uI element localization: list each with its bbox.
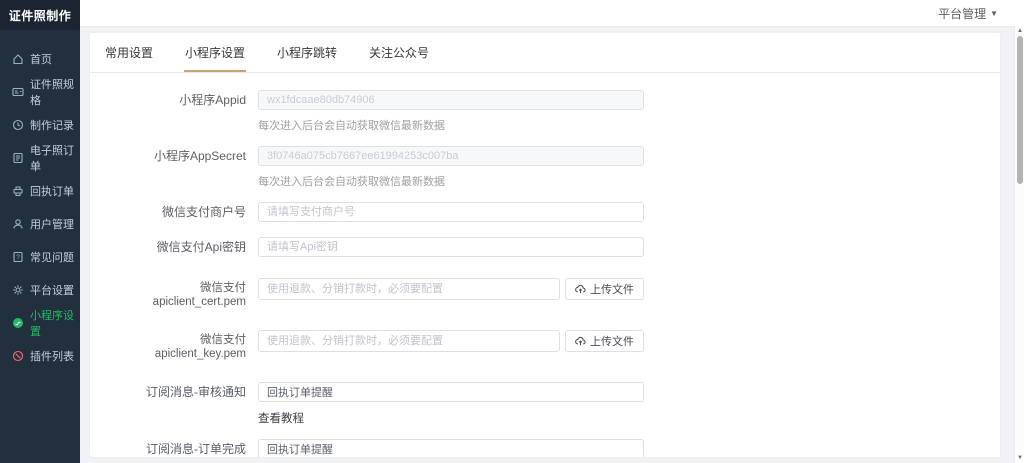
sidebar-item-label: 用户管理	[30, 216, 74, 232]
topbar: 平台管理 ▼	[80, 0, 1024, 26]
miniprogram-settings-form: 小程序Appid 每次进入后台会自动获取微信最新数据 小程序AppSecret …	[90, 73, 1000, 457]
sidebar-item-faq[interactable]: ? 常见问题	[0, 242, 80, 272]
sidebar-menu: 首页 证件照规格 制作记录 电子照订单 回执订单 用户管理	[0, 30, 80, 374]
appsecret-helper-text: 每次进入后台会自动获取微信最新数据	[258, 173, 644, 189]
cert-pem-upload-button[interactable]: 上传文件	[565, 278, 644, 300]
cert-pem-input[interactable]	[258, 278, 560, 300]
plugin-icon	[12, 350, 24, 362]
settings-tabs: 常用设置 小程序设置 小程序跳转 关注公众号	[90, 33, 1000, 73]
key-pem-upload-button[interactable]: 上传文件	[565, 330, 644, 352]
form-row-appid: 小程序Appid 每次进入后台会自动获取微信最新数据	[90, 90, 1000, 133]
sidebar-item-make-records[interactable]: 制作记录	[0, 110, 80, 140]
sidebar-item-photo-specs[interactable]: 证件照规格	[0, 77, 80, 107]
tab-miniprogram-settings[interactable]: 小程序设置	[184, 33, 246, 72]
api-key-input[interactable]	[258, 237, 644, 257]
app-logo: 证件照制作	[0, 0, 80, 30]
chevron-down-icon: ▼	[990, 9, 998, 18]
sidebar-item-label: 电子照订单	[30, 142, 80, 174]
upload-button-label: 上传文件	[590, 281, 634, 297]
tab-common-settings[interactable]: 常用设置	[104, 33, 154, 72]
form-row-api-key: 微信支付Api密钥	[90, 237, 1000, 257]
photo-order-icon	[12, 152, 24, 164]
sidebar-item-user-management[interactable]: 用户管理	[0, 209, 80, 239]
scrollbar-thumb[interactable]	[1017, 36, 1023, 184]
sidebar-item-platform-settings[interactable]: 平台设置	[0, 275, 80, 305]
subscribe-audit-label: 订阅消息-审核通知	[90, 382, 258, 426]
gear-icon	[12, 284, 24, 296]
tab-follow-official-account[interactable]: 关注公众号	[368, 33, 430, 72]
form-row-merchant-id: 微信支付商户号	[90, 202, 1000, 222]
faq-icon: ?	[12, 251, 24, 263]
clock-icon	[12, 119, 24, 131]
sidebar-item-label: 平台设置	[30, 282, 74, 298]
sidebar-item-plugin-list[interactable]: 插件列表	[0, 341, 80, 371]
cert-pem-label: 微信支付 apiclient_cert.pem	[90, 278, 258, 309]
idcard-icon	[12, 86, 24, 98]
user-icon	[12, 218, 24, 230]
subscribe-done-input[interactable]	[258, 439, 644, 457]
sidebar-item-label: 首页	[30, 51, 52, 67]
sidebar-item-ephoto-orders[interactable]: 电子照订单	[0, 143, 80, 173]
form-row-subscribe-audit: 订阅消息-审核通知 查看教程	[90, 382, 1000, 426]
content-wrapper: 常用设置 小程序设置 小程序跳转 关注公众号 小程序Appid 每次进入后台会自…	[80, 26, 1024, 463]
appid-helper-text: 每次进入后台会自动获取微信最新数据	[258, 117, 644, 133]
main-area: 平台管理 ▼ 常用设置 小程序设置 小程序跳转 关注公众号 小程序Appid	[80, 0, 1024, 463]
sidebar-item-label: 小程序设置	[30, 307, 80, 339]
form-row-subscribe-done: 订阅消息-订单完成 查看教程	[90, 439, 1000, 457]
appid-label: 小程序Appid	[90, 90, 258, 133]
api-key-label: 微信支付Api密钥	[90, 237, 258, 257]
sidebar-item-label: 回执订单	[30, 183, 74, 199]
user-dropdown[interactable]: 平台管理 ▼	[938, 5, 998, 22]
merchant-id-input[interactable]	[258, 202, 644, 222]
subscribe-audit-input[interactable]	[258, 382, 644, 402]
appsecret-input[interactable]	[258, 146, 644, 166]
subscribe-done-label: 订阅消息-订单完成	[90, 439, 258, 457]
key-pem-input[interactable]	[258, 330, 560, 352]
sidebar-item-label: 常见问题	[30, 249, 74, 265]
appsecret-label: 小程序AppSecret	[90, 146, 258, 189]
sidebar-item-receipt-orders[interactable]: 回执订单	[0, 176, 80, 206]
key-pem-label: 微信支付 apiclient_key.pem	[90, 330, 258, 361]
scrollbar-down-arrow[interactable]: ▼	[1015, 454, 1024, 462]
appid-input[interactable]	[258, 90, 644, 110]
form-row-appsecret: 小程序AppSecret 每次进入后台会自动获取微信最新数据	[90, 146, 1000, 189]
home-icon	[12, 53, 24, 65]
user-dropdown-label: 平台管理	[938, 5, 986, 22]
sidebar-item-label: 证件照规格	[30, 76, 80, 108]
scrollbar-up-arrow[interactable]: ▲	[1015, 27, 1024, 35]
miniprogram-icon	[12, 317, 24, 329]
upload-cloud-icon	[575, 336, 586, 347]
merchant-id-label: 微信支付商户号	[90, 202, 258, 222]
form-row-key-pem: 微信支付 apiclient_key.pem 上传文件	[90, 330, 1000, 361]
upload-cloud-icon	[575, 284, 586, 295]
settings-card: 常用设置 小程序设置 小程序跳转 关注公众号 小程序Appid 每次进入后台会自…	[90, 33, 1000, 457]
sidebar: 证件照制作 首页 证件照规格 制作记录 电子照订单 回执订单	[0, 0, 80, 463]
upload-button-label: 上传文件	[590, 333, 634, 349]
sidebar-item-miniprogram-settings[interactable]: 小程序设置	[0, 308, 80, 338]
svg-text:?: ?	[16, 254, 20, 261]
form-row-cert-pem: 微信支付 apiclient_cert.pem 上传文件	[90, 278, 1000, 309]
page-scrollbar[interactable]: ▲ ▼	[1014, 26, 1024, 463]
sidebar-item-home[interactable]: 首页	[0, 44, 80, 74]
app-root: 证件照制作 首页 证件照规格 制作记录 电子照订单 回执订单	[0, 0, 1024, 463]
receipt-order-icon	[12, 185, 24, 197]
sidebar-item-label: 制作记录	[30, 117, 74, 133]
subscribe-audit-tutorial-link[interactable]: 查看教程	[258, 410, 304, 426]
sidebar-item-label: 插件列表	[30, 348, 74, 364]
tab-miniprogram-jump[interactable]: 小程序跳转	[276, 33, 338, 72]
